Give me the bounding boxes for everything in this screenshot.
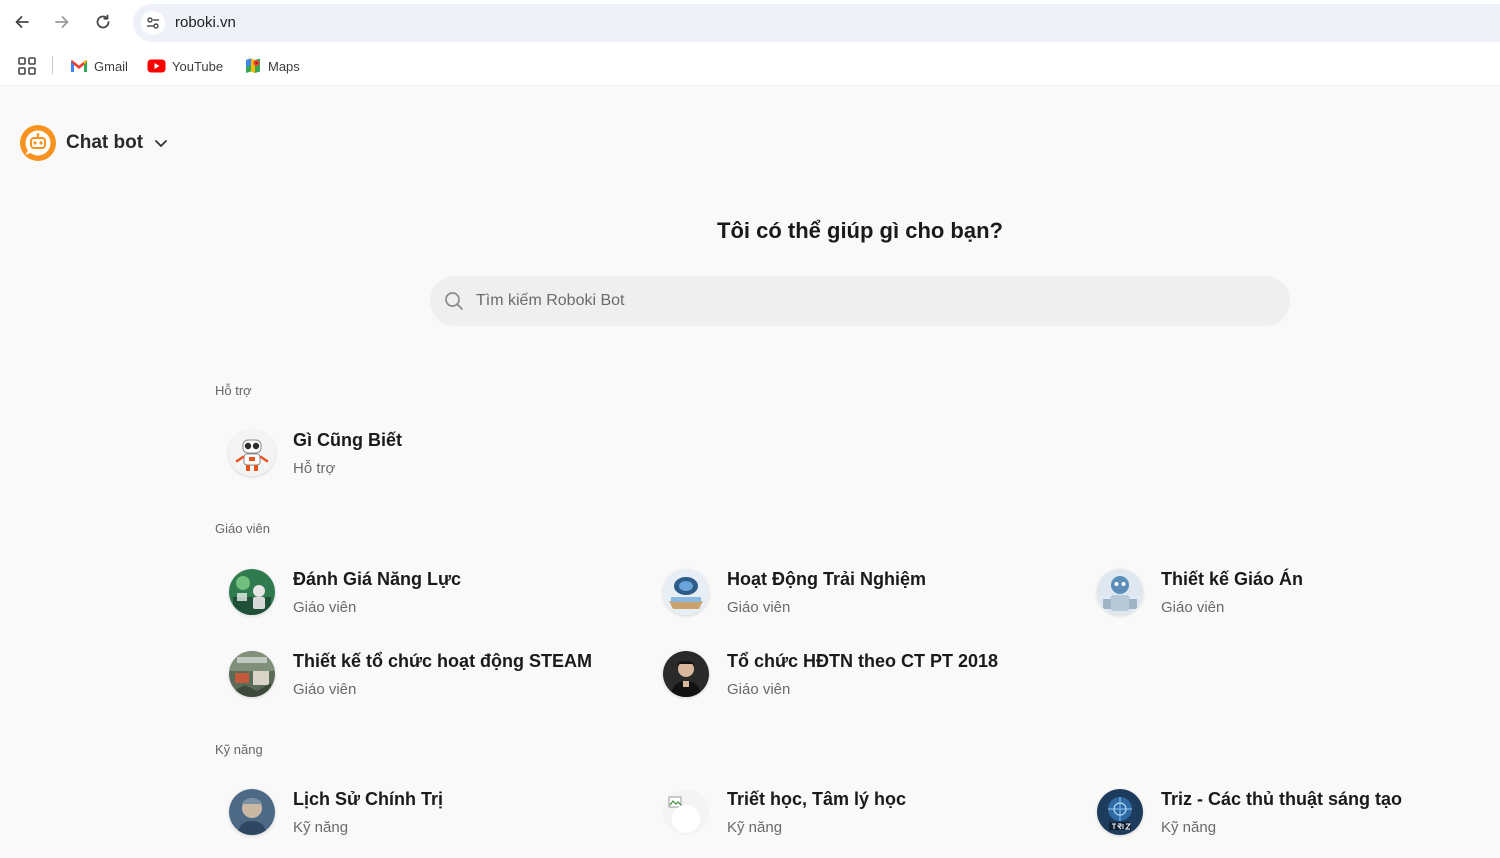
bot-card-triz[interactable]: Triz - Các thủ thuật sáng tạo Kỹ năng	[1083, 779, 1500, 845]
tune-icon	[147, 17, 159, 29]
bot-card-lich-su-chinh-tri[interactable]: Lịch Sử Chính Trị Kỹ năng	[215, 779, 635, 845]
bot-card-text: Triz - Các thủ thuật sáng tạo Kỹ năng	[1161, 789, 1402, 836]
section-label-skills: Kỹ năng	[215, 742, 263, 757]
maps-icon	[246, 58, 260, 73]
bot-title: Hoạt Động Trải Nghiệm	[727, 568, 927, 589]
chatbot-logo-icon	[20, 125, 56, 161]
url-text[interactable]: roboki.vn	[175, 14, 236, 31]
reload-icon	[96, 14, 110, 29]
bot-subtitle: Kỹ năng	[727, 818, 783, 836]
assessment-avatar	[229, 569, 275, 615]
section-label-teacher: Giáo viên	[215, 521, 270, 536]
youtube-icon	[147, 59, 166, 73]
bot-title: Thiết kế tổ chức hoạt động STEAM	[293, 650, 593, 671]
bot-card-text: Thiết kế tổ chức hoạt động STEAM Giáo vi…	[293, 651, 592, 698]
arrow-left-icon	[15, 16, 29, 28]
address-bar[interactable]: roboki.vn	[133, 4, 1500, 42]
lesson-plan-avatar	[1097, 569, 1143, 615]
steam-avatar	[229, 651, 275, 697]
bot-card-text: Thiết kế Giáo Án Giáo viên	[1161, 569, 1303, 616]
site-info-button[interactable]	[141, 11, 165, 35]
bookmark-label: YouTube	[172, 58, 224, 74]
bot-title: Triết học, Tâm lý học	[727, 788, 907, 809]
bot-selector[interactable]: Chat bot	[20, 124, 169, 162]
bookmarks-divider	[52, 56, 53, 74]
search-icon	[445, 292, 463, 310]
brand-name: Chat bot	[66, 132, 144, 153]
bot-card-triet-hoc[interactable]: Triết học, Tâm lý học Kỹ năng	[649, 779, 1069, 845]
bot-card-text: Đánh Giá Năng Lực Giáo viên	[293, 569, 461, 616]
bot-card-text: Gì Cũng Biết Hỗ trợ	[293, 430, 402, 477]
bot-subtitle: Kỹ năng	[1161, 818, 1217, 836]
robot-avatar	[229, 430, 275, 476]
page-title: Tôi có thể giúp gì cho bạn?	[717, 218, 1003, 243]
arrow-right-icon	[55, 16, 69, 28]
bot-title: Triz - Các thủ thuật sáng tạo	[1161, 788, 1403, 809]
bot-title: Tổ chức HĐTN theo CT PT 2018	[727, 650, 999, 671]
bookmark-youtube[interactable]: YouTube	[147, 56, 223, 76]
person-avatar	[663, 651, 709, 697]
back-button[interactable]	[10, 10, 34, 34]
bot-card-danh-gia-nang-luc[interactable]: Đánh Giá Năng Lực Giáo viên	[215, 559, 635, 625]
bot-subtitle: Giáo viên	[1161, 598, 1225, 616]
bot-card-text: Lịch Sử Chính Trị Kỹ năng	[293, 789, 443, 836]
bot-card-gi-cung-biet[interactable]: Gì Cũng Biết Hỗ trợ	[215, 420, 635, 486]
history-avatar	[229, 789, 275, 835]
bot-title: Gì Cũng Biết	[293, 429, 402, 450]
bookmark-maps[interactable]: Maps	[244, 56, 300, 76]
bot-subtitle: Giáo viên	[727, 680, 791, 698]
bot-card-thiet-ke-giao-an[interactable]: Thiết kế Giáo Án Giáo viên	[1083, 559, 1500, 625]
bot-subtitle: Giáo viên	[293, 680, 357, 698]
bot-subtitle: Kỹ năng	[293, 818, 349, 836]
bot-card-steam[interactable]: Thiết kế tổ chức hoạt động STEAM Giáo vi…	[215, 641, 635, 707]
experience-avatar	[663, 569, 709, 615]
triz-avatar	[1097, 789, 1143, 835]
bot-title: Thiết kế Giáo Án	[1161, 568, 1304, 589]
reload-button[interactable]	[91, 10, 115, 34]
bot-title: Lịch Sử Chính Trị	[293, 788, 444, 809]
bot-title: Đánh Giá Năng Lực	[293, 568, 462, 589]
search-input[interactable]	[476, 276, 1266, 326]
chevron-down-icon	[155, 140, 167, 147]
search-bar[interactable]	[430, 276, 1290, 326]
bot-subtitle: Giáo viên	[727, 598, 791, 616]
section-label-support: Hỗ trợ	[215, 383, 252, 398]
gmail-icon	[71, 60, 87, 72]
bookmark-gmail[interactable]: Gmail	[70, 56, 128, 76]
bot-card-hoat-dong-trai-nghiem[interactable]: Hoạt Động Trải Nghiệm Giáo viên	[649, 559, 1069, 625]
bookmark-label: Maps	[268, 58, 300, 74]
bookmarks-bar: Gmail YouTube Maps	[0, 44, 1500, 86]
bot-card-text: Triết học, Tâm lý học Kỹ năng	[727, 789, 906, 836]
apps-grid-icon[interactable]	[18, 57, 36, 75]
bot-subtitle: Hỗ trợ	[293, 459, 336, 477]
bookmark-label: Gmail	[94, 58, 128, 74]
broken-image-avatar	[663, 789, 709, 835]
bot-card-to-chuc-hdtn[interactable]: Tổ chức HĐTN theo CT PT 2018 Giáo viên	[649, 641, 1069, 707]
browser-toolbar: roboki.vn	[0, 0, 1500, 44]
bot-card-text: Tổ chức HĐTN theo CT PT 2018 Giáo viên	[727, 651, 998, 698]
bot-card-text: Hoạt Động Trải Nghiệm Giáo viên	[727, 569, 926, 616]
forward-button[interactable]	[50, 10, 74, 34]
bot-subtitle: Giáo viên	[293, 598, 357, 616]
